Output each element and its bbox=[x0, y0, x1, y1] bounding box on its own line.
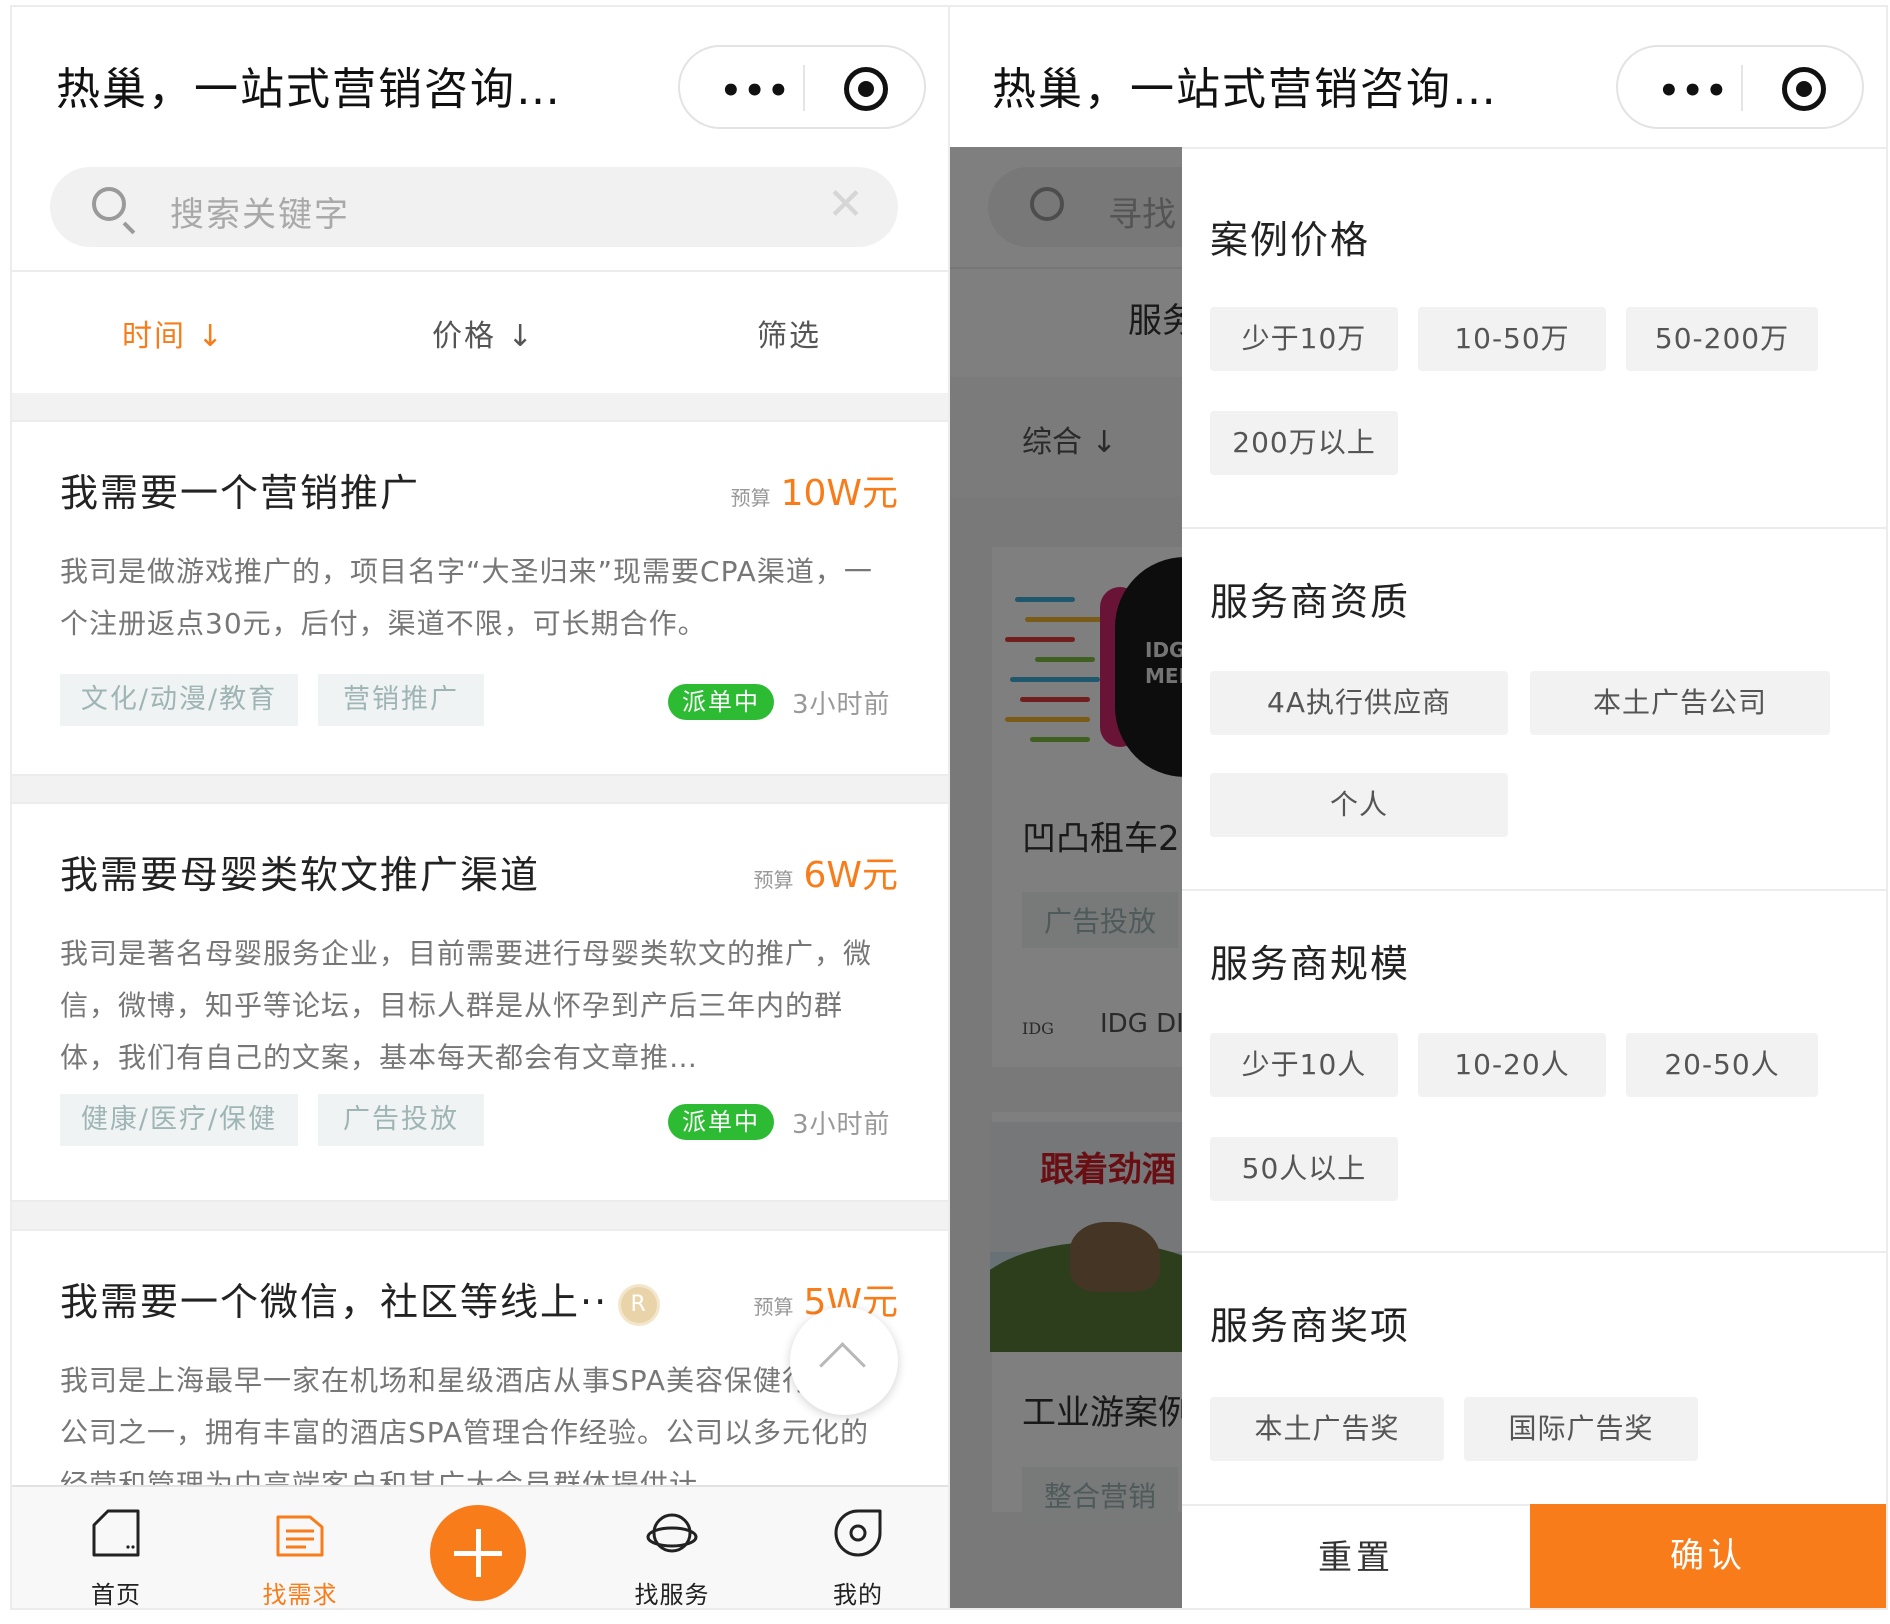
close-miniprogram-icon[interactable] bbox=[1782, 67, 1826, 111]
demand-title: 我需要一个微信，社区等线上·· bbox=[60, 1280, 609, 1324]
more-icon[interactable]: ••• bbox=[1658, 71, 1729, 111]
category-tag: 健康/医疗/保健 bbox=[60, 1094, 298, 1146]
budget: 预算 10W元 bbox=[731, 464, 898, 516]
post-time: 3小时前 bbox=[792, 690, 891, 720]
capsule-divider bbox=[803, 65, 805, 111]
profile-icon bbox=[834, 1509, 882, 1557]
capsule-menu: ••• bbox=[1616, 45, 1864, 129]
capsule-menu: ••• bbox=[678, 45, 926, 129]
option-price-10-50w[interactable]: 10-50万 bbox=[1418, 307, 1606, 371]
budget-label: 预算 bbox=[753, 1295, 794, 1319]
tab-service-label: 找服务 bbox=[634, 1581, 710, 1609]
demand-description: 我司是做游戏推广的，项目名字“大圣归来”现需要CPA渠道，一个注册返点30元，后… bbox=[60, 555, 873, 640]
tab-demand-label: 找需求 bbox=[262, 1581, 338, 1609]
demand-title: 我需要母婴类软文推广渠道 bbox=[60, 853, 541, 897]
tab-demand[interactable]: 找需求 bbox=[240, 1487, 360, 1609]
section-title-awards: 服务商奖项 bbox=[1210, 1304, 1411, 1348]
option-scale-under-10[interactable]: 少于10人 bbox=[1210, 1033, 1398, 1097]
document-icon bbox=[276, 1515, 324, 1557]
tab-home-label: 首页 bbox=[91, 1581, 141, 1609]
option-international-award[interactable]: 国际广告奖 bbox=[1464, 1397, 1698, 1461]
reset-button[interactable]: 重置 bbox=[1182, 1504, 1530, 1608]
option-individual[interactable]: 个人 bbox=[1210, 773, 1508, 837]
section-divider bbox=[1182, 527, 1886, 529]
section-title-case-price: 案例价格 bbox=[1210, 218, 1371, 262]
page-title: 热巢，一站式营销咨询… bbox=[56, 64, 562, 115]
budget-label: 预算 bbox=[753, 868, 794, 892]
divider bbox=[12, 270, 948, 272]
nav-bar: 热巢，一站式营销咨询… ••• bbox=[950, 7, 1886, 147]
tab-mine[interactable]: 我的 bbox=[798, 1487, 918, 1609]
search-icon bbox=[92, 187, 126, 221]
category-tag: 文化/动漫/教育 bbox=[60, 674, 298, 726]
budget-value: 6W元 bbox=[803, 855, 898, 896]
scroll-to-top-button[interactable] bbox=[790, 1307, 898, 1415]
budget-label: 预算 bbox=[730, 486, 771, 510]
demand-description: 我司是著名母婴服务企业，目前需要进行母婴类软文的推广，微信，微博，知乎等论坛，目… bbox=[60, 937, 873, 1074]
publish-button[interactable] bbox=[430, 1505, 526, 1601]
capsule-divider bbox=[1741, 65, 1743, 111]
section-divider bbox=[1182, 1251, 1886, 1253]
section-title-qualification: 服务商资质 bbox=[1210, 580, 1411, 624]
option-price-over-200w[interactable]: 200万以上 bbox=[1210, 411, 1398, 475]
search-placeholder: 搜索关键字 bbox=[170, 195, 350, 235]
tab-bar: 首页 找需求 找服务 我的 bbox=[12, 1485, 948, 1609]
status-badge: 派单中 bbox=[668, 1104, 774, 1140]
sort-time[interactable]: 时间 ↓ bbox=[122, 311, 225, 355]
section-title-scale: 服务商规模 bbox=[1210, 942, 1411, 986]
demand-title-row: 我需要一个微信，社区等线上·· R bbox=[60, 1271, 661, 1326]
drawer-mask[interactable] bbox=[950, 147, 1186, 1608]
option-price-50-200w[interactable]: 50-200万 bbox=[1626, 307, 1818, 371]
budget: 预算 6W元 bbox=[753, 846, 898, 898]
status-badge: 派单中 bbox=[668, 684, 774, 720]
option-local-award[interactable]: 本土广告奖 bbox=[1210, 1397, 1444, 1461]
close-miniprogram-icon[interactable] bbox=[844, 67, 888, 111]
planet-icon bbox=[646, 1513, 698, 1553]
service-filter-screen: 热巢，一站式营销咨询… ••• 寻找 服务 综合 ↓ I bbox=[948, 5, 1888, 1610]
nav-bar: 热巢，一站式营销咨询… ••• bbox=[12, 7, 948, 147]
tab-service[interactable]: 找服务 bbox=[612, 1487, 732, 1609]
option-4a-supplier[interactable]: 4A执行供应商 bbox=[1210, 671, 1508, 735]
budget-value: 10W元 bbox=[780, 473, 898, 514]
avatar: R bbox=[618, 1283, 661, 1326]
more-icon[interactable]: ••• bbox=[720, 71, 791, 111]
sort-bar: 时间 ↓ 价格 ↓ 筛选 bbox=[12, 273, 948, 393]
filter-button[interactable]: 筛选 bbox=[757, 311, 821, 355]
search-input[interactable]: 搜索关键字 ✕ bbox=[50, 167, 898, 247]
option-scale-10-20[interactable]: 10-20人 bbox=[1418, 1033, 1606, 1097]
section-divider bbox=[1182, 889, 1886, 891]
category-tag: 广告投放 bbox=[318, 1094, 484, 1146]
home-icon bbox=[92, 1509, 140, 1557]
confirm-button[interactable]: 确认 bbox=[1530, 1504, 1886, 1608]
clear-icon[interactable]: ✕ bbox=[827, 183, 864, 227]
demand-title: 我需要一个营销推广 bbox=[60, 471, 421, 515]
option-price-under-10w[interactable]: 少于10万 bbox=[1210, 307, 1398, 371]
tab-home[interactable]: 首页 bbox=[56, 1487, 176, 1609]
option-local-agency[interactable]: 本土广告公司 bbox=[1530, 671, 1830, 735]
sort-price[interactable]: 价格 ↓ bbox=[432, 311, 535, 355]
option-scale-over-50[interactable]: 50人以上 bbox=[1210, 1137, 1398, 1201]
demand-list-screen: 热巢，一站式营销咨询… ••• 搜索关键字 ✕ 时间 ↓ 价格 ↓ 筛选 我需要… bbox=[10, 5, 950, 1610]
demand-card[interactable]: 我需要一个营销推广 预算 10W元 我司是做游戏推广的，项目名字“大圣归来”现需要… bbox=[12, 420, 948, 776]
post-time: 3小时前 bbox=[792, 1110, 891, 1140]
filter-drawer: 案例价格 少于10万 10-50万 50-200万 200万以上 服务商资质 4… bbox=[1182, 147, 1886, 1608]
category-tag: 营销推广 bbox=[318, 674, 484, 726]
tab-mine-label: 我的 bbox=[833, 1581, 883, 1609]
demand-card[interactable]: 我需要母婴类软文推广渠道 预算 6W元 我司是著名母婴服务企业，目前需要进行母婴类… bbox=[12, 802, 948, 1202]
page-title: 热巢，一站式营销咨询… bbox=[992, 64, 1498, 115]
option-scale-20-50[interactable]: 20-50人 bbox=[1626, 1033, 1818, 1097]
